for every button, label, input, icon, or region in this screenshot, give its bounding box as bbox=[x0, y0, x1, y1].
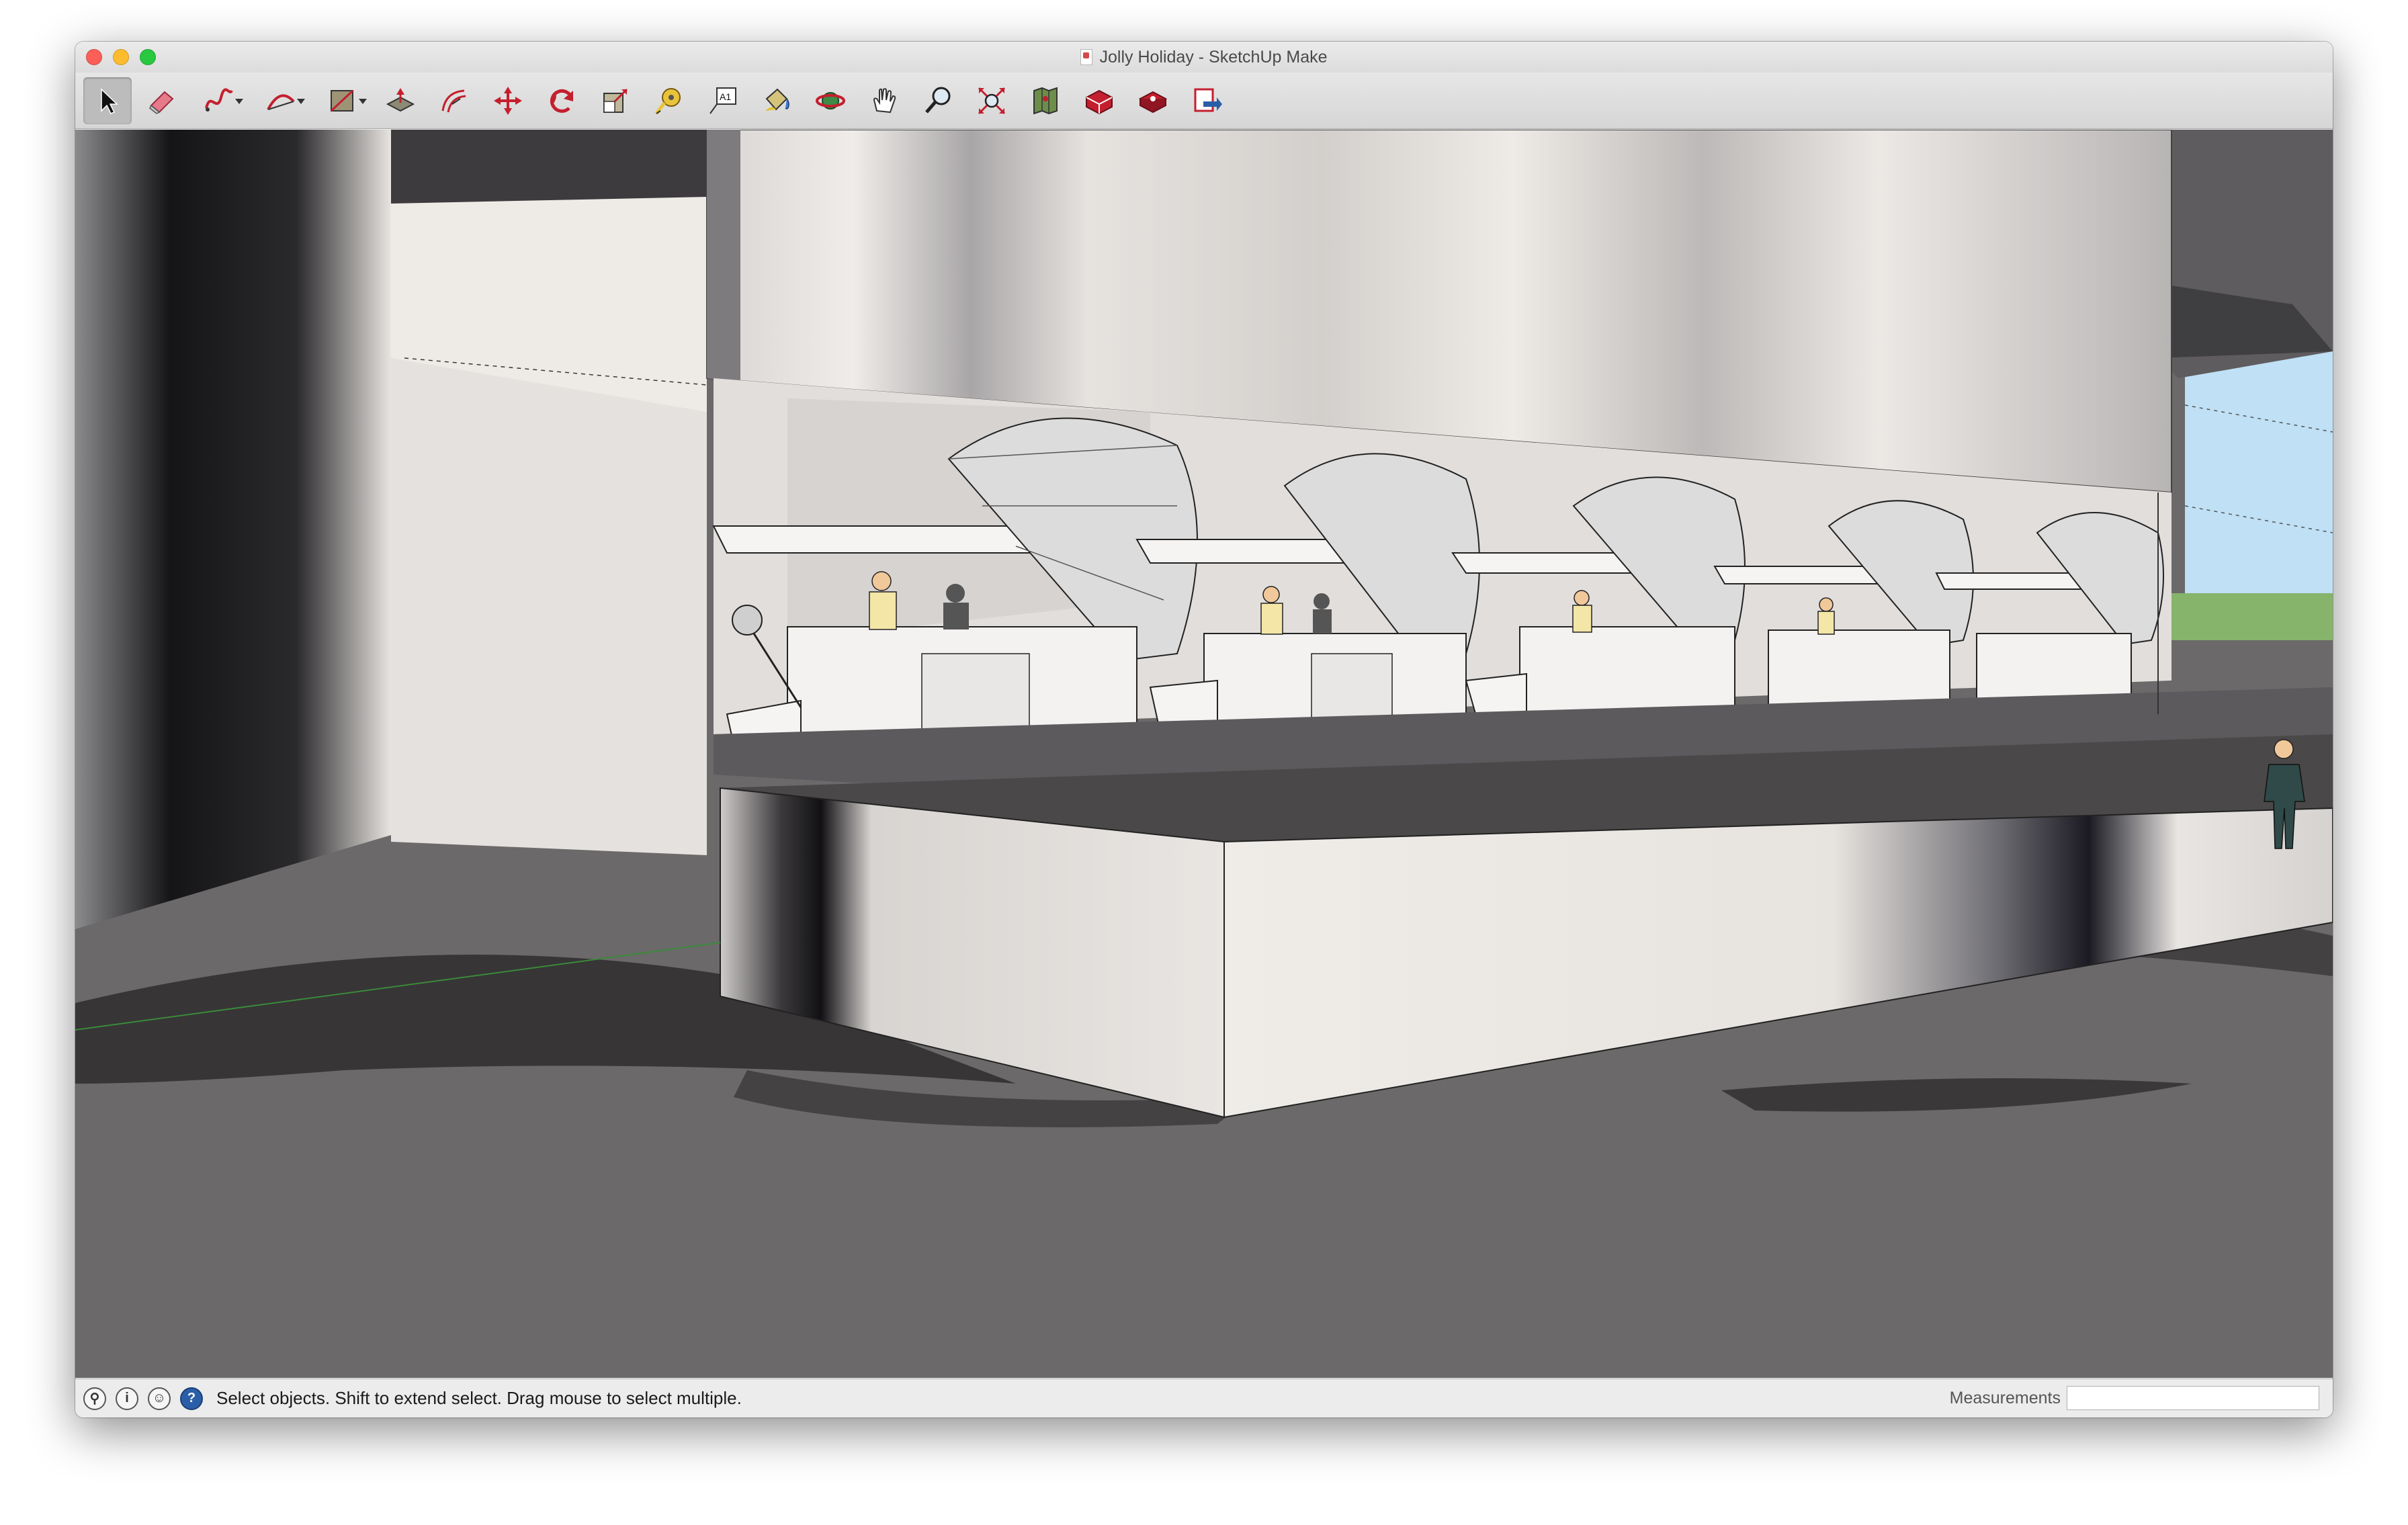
layout-icon bbox=[1194, 88, 1222, 112]
close-window-button[interactable] bbox=[86, 49, 102, 65]
push-pull-icon bbox=[386, 87, 415, 112]
arc-icon bbox=[267, 93, 295, 110]
rotate-tool[interactable] bbox=[538, 77, 586, 124]
user-icon[interactable]: ☺ bbox=[148, 1387, 171, 1410]
3d-warehouse-tool[interactable] bbox=[1075, 77, 1123, 124]
zoom-tool[interactable] bbox=[914, 77, 962, 124]
window-controls bbox=[86, 49, 156, 65]
paint-bucket-icon bbox=[765, 88, 789, 111]
sketchup-window: Jolly Holiday - SketchUp Make A1 ⚲ i ☺ ?… bbox=[75, 42, 2333, 1418]
pan-tool[interactable] bbox=[860, 77, 908, 124]
main-toolbar: A1 bbox=[75, 73, 2333, 129]
orbit-tool[interactable] bbox=[806, 77, 855, 124]
status-bar: ⚲ i ☺ ? Select objects. Shift to extend … bbox=[75, 1379, 2333, 1418]
zoom-extents-tool[interactable] bbox=[968, 77, 1016, 124]
move-tool[interactable] bbox=[484, 77, 532, 124]
arc-tool[interactable] bbox=[253, 77, 309, 124]
freehand-tool[interactable] bbox=[191, 77, 247, 124]
credits-icon[interactable]: i bbox=[116, 1387, 138, 1410]
zoom-window-button[interactable] bbox=[140, 49, 156, 65]
arrow-cursor-icon bbox=[101, 87, 118, 114]
select-tool[interactable] bbox=[83, 77, 132, 124]
eraser-tool[interactable] bbox=[137, 77, 185, 124]
orbit-icon bbox=[816, 91, 845, 110]
move-icon bbox=[494, 86, 522, 115]
3d-viewport[interactable] bbox=[75, 130, 2333, 1378]
minimize-window-button[interactable] bbox=[113, 49, 129, 65]
geo-location-icon[interactable]: ⚲ bbox=[83, 1387, 106, 1410]
rotate-icon bbox=[550, 89, 574, 113]
status-message: Select objects. Shift to extend select. … bbox=[216, 1388, 742, 1408]
hand-icon bbox=[873, 87, 896, 113]
rectangle-icon bbox=[330, 89, 354, 112]
extension-warehouse-tool[interactable] bbox=[1129, 77, 1177, 124]
help-icon[interactable]: ? bbox=[180, 1387, 203, 1410]
measurements-label: Measurements bbox=[1949, 1389, 2061, 1407]
eraser-icon bbox=[149, 91, 174, 114]
measurements-input[interactable] bbox=[2067, 1386, 2319, 1410]
offset-tool[interactable] bbox=[430, 77, 478, 124]
paint-bucket-tool[interactable] bbox=[752, 77, 801, 124]
tape-measure-tool[interactable] bbox=[645, 77, 693, 124]
zoom-extents-icon bbox=[978, 87, 1006, 114]
add-location-tool[interactable] bbox=[1021, 77, 1070, 124]
freehand-icon bbox=[205, 87, 233, 112]
send-to-layout-tool[interactable] bbox=[1182, 77, 1231, 124]
push-pull-tool[interactable] bbox=[376, 77, 425, 124]
model-scene[interactable] bbox=[75, 130, 2333, 1378]
window-title: Jolly Holiday - SketchUp Make bbox=[1080, 47, 1328, 67]
magnifier-icon bbox=[925, 87, 951, 114]
extension-icon bbox=[1138, 91, 1168, 113]
map-icon bbox=[1033, 87, 1058, 114]
svg-text:A1: A1 bbox=[720, 91, 731, 102]
document-icon bbox=[1080, 49, 1093, 65]
scale-icon bbox=[603, 88, 628, 113]
text-icon: A1 bbox=[710, 87, 736, 114]
rectangle-tool[interactable] bbox=[314, 77, 371, 124]
text-tool[interactable]: A1 bbox=[699, 77, 747, 124]
title-bar: Jolly Holiday - SketchUp Make bbox=[75, 42, 2333, 73]
offset-icon bbox=[441, 89, 466, 112]
window-title-text: Jolly Holiday - SketchUp Make bbox=[1099, 47, 1328, 67]
scale-tool[interactable] bbox=[591, 77, 640, 124]
warehouse-icon bbox=[1086, 89, 1113, 114]
tape-measure-icon bbox=[655, 87, 681, 114]
